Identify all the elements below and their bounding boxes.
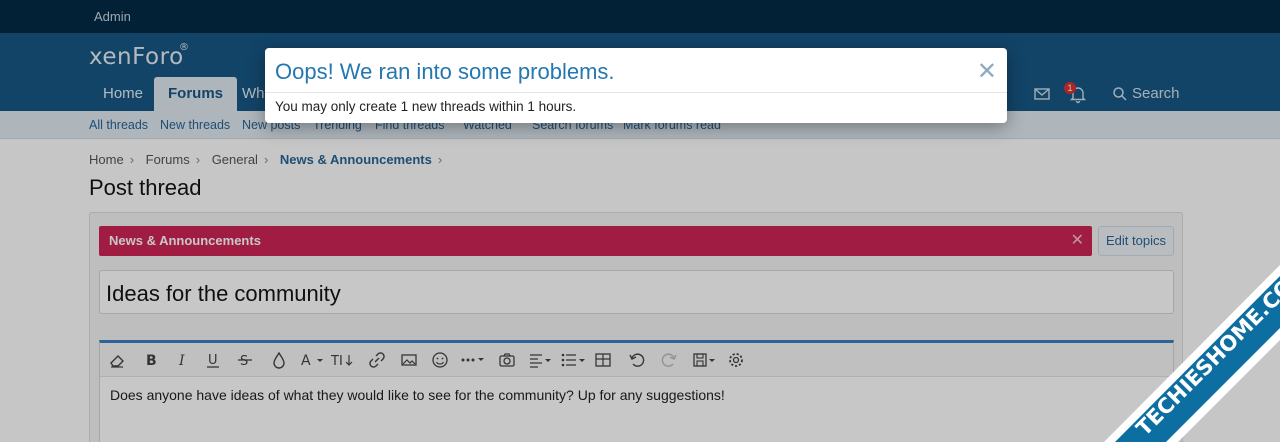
watermark-ribbon: TECHIESHOME.COM [1104, 260, 1280, 442]
